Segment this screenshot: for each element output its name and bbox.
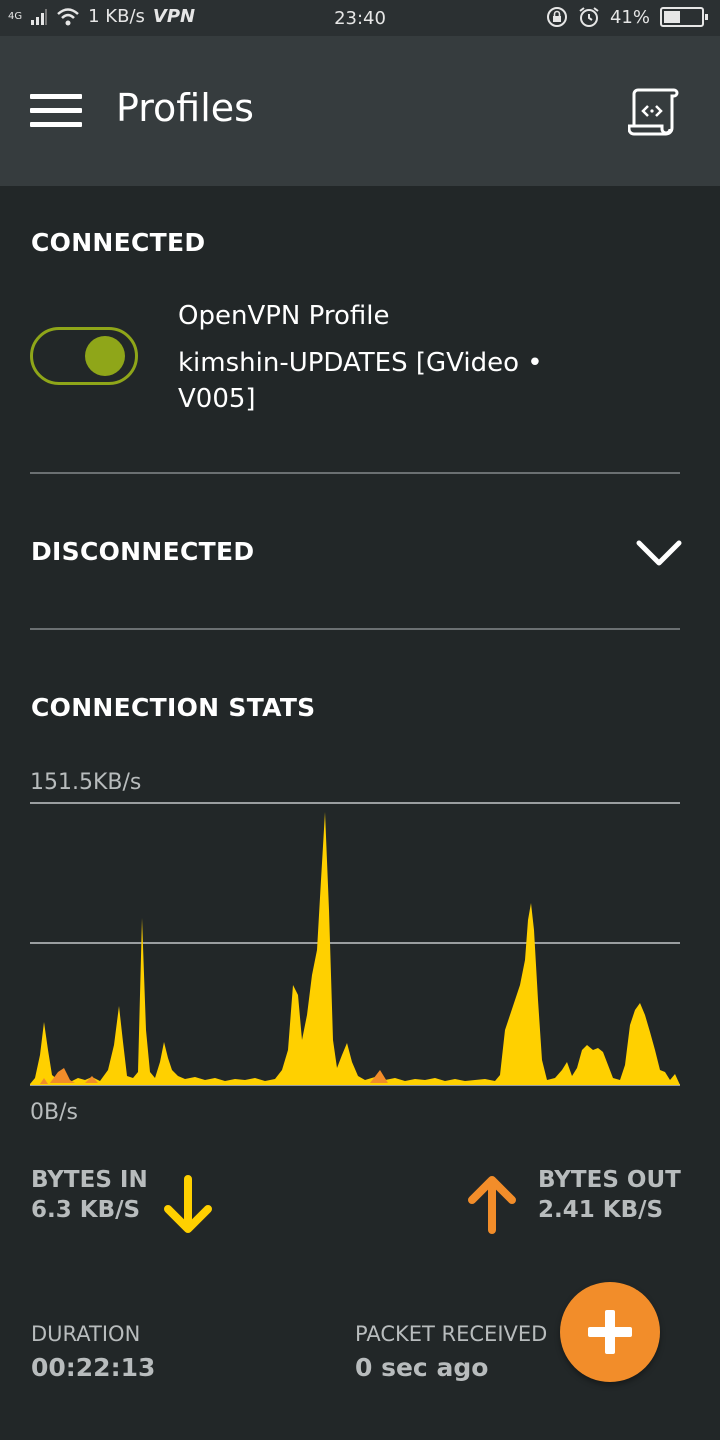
status-right: 41% — [546, 6, 708, 28]
divider — [30, 472, 680, 474]
battery-icon — [660, 7, 708, 27]
profile-server[interactable]: kimshin-UPDATES [GVideo • V005] — [178, 345, 598, 417]
graph-max-label: 151.5KB/s — [30, 770, 142, 795]
arrow-down-icon — [164, 1175, 212, 1233]
graph-min-label: 0B/s — [30, 1100, 78, 1125]
packet-received-label: PACKET RECEIVED — [355, 1322, 548, 1346]
bytes-in-label: BYTES IN — [31, 1167, 148, 1193]
bytes-in-value: 6.3 KB/S — [31, 1197, 141, 1223]
bytes-out-label: BYTES OUT — [538, 1167, 681, 1193]
chevron-down-icon[interactable] — [636, 538, 682, 568]
connected-header: CONNECTED — [31, 228, 206, 257]
connection-toggle[interactable] — [30, 327, 138, 385]
arrow-up-icon — [468, 1176, 516, 1234]
lock-rotation-icon — [546, 7, 567, 27]
app-bar: Profiles — [0, 36, 720, 186]
duration-label: DURATION — [31, 1322, 141, 1346]
bytes-in-area — [30, 812, 680, 1085]
divider — [30, 628, 680, 630]
alarm-icon — [579, 7, 599, 27]
plus-icon-vertical — [605, 1310, 615, 1354]
duration-value: 00:22:13 — [31, 1353, 156, 1382]
hamburger-menu-icon[interactable] — [30, 94, 82, 128]
status-bar: 4G 1 KB/s VPN 23:40 41% — [0, 0, 720, 36]
traffic-graph — [30, 802, 680, 1086]
add-profile-button[interactable] — [560, 1282, 660, 1382]
bytes-in-stat: BYTES IN 6.3 KB/S — [31, 1165, 148, 1225]
import-profile-icon[interactable] — [628, 86, 680, 136]
profile-name[interactable]: OpenVPN Profile — [178, 301, 389, 331]
bytes-out-value: 2.41 KB/S — [538, 1197, 664, 1223]
battery-percent: 41% — [609, 6, 650, 28]
page-title: Profiles — [116, 86, 254, 130]
bytes-out-stat: BYTES OUT 2.41 KB/S — [538, 1165, 681, 1225]
packet-received-value: 0 sec ago — [355, 1353, 489, 1382]
disconnected-header[interactable]: DISCONNECTED — [31, 537, 254, 566]
connection-stats-header: CONNECTION STATS — [31, 693, 316, 722]
toggle-knob — [85, 336, 125, 376]
